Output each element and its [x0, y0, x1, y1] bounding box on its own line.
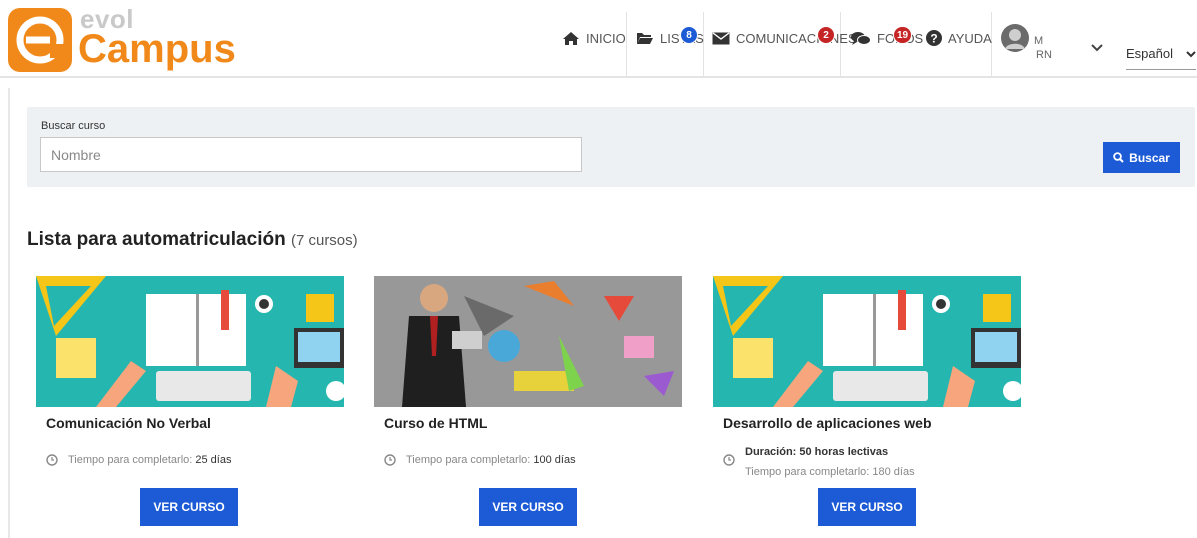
foros-count-badge: 19	[893, 26, 913, 44]
svg-text:?: ?	[930, 32, 937, 46]
left-border	[8, 88, 10, 538]
time-value: 25 días	[195, 454, 232, 466]
user-initials: M RN	[1034, 34, 1052, 62]
comments-icon	[851, 31, 871, 45]
section-title: Lista para automatriculación (7 cursos)	[27, 229, 358, 251]
search-icon	[1113, 152, 1124, 163]
evolcampus-logo[interactable]: evol Campus	[8, 4, 236, 72]
clock-icon	[384, 454, 396, 466]
nav-ayuda[interactable]: ? AYUDA	[926, 0, 992, 76]
course-meta: Duración: 50 horas lectivas Tiempo para …	[723, 446, 915, 478]
course-title[interactable]: Comunicación No Verbal	[46, 415, 344, 431]
ver-curso-button[interactable]: VER CURSO	[818, 488, 916, 526]
ver-curso-button[interactable]: VER CURSO	[479, 488, 577, 526]
chevron-down-icon	[1186, 51, 1196, 58]
course-card: Curso de HTML Tiempo para completarlo: 1…	[374, 276, 682, 526]
clock-icon	[46, 454, 58, 466]
nav-ayuda-label: AYUDA	[948, 30, 992, 46]
envelope-icon	[712, 31, 730, 44]
avatar-icon	[1001, 24, 1029, 52]
businessman-photo	[374, 276, 682, 407]
nav-foros[interactable]: FOROS	[851, 0, 923, 76]
search-label: Buscar curso	[41, 120, 106, 132]
nav-inicio-label: INICIO	[586, 30, 626, 46]
clock-icon	[723, 454, 735, 466]
listas-count-badge: 8	[680, 26, 698, 44]
ver-curso-button[interactable]: VER CURSO	[140, 488, 238, 526]
comunicaciones-count-badge: 2	[817, 26, 835, 44]
course-title[interactable]: Desarrollo de aplicaciones web	[723, 415, 1021, 431]
chevron-down-icon[interactable]	[1091, 44, 1103, 52]
time-label: Tiempo para completarlo:	[68, 454, 193, 466]
folder-open-icon	[637, 33, 653, 44]
user-menu[interactable]	[1001, 0, 1029, 76]
search-placeholder: Nombre	[51, 146, 101, 163]
user-initial-line2: RN	[1036, 49, 1052, 61]
time-value: 100 días	[533, 454, 576, 466]
course-meta: Tiempo para completarlo: 25 días	[46, 454, 231, 466]
user-initial-line1: M	[1034, 35, 1044, 47]
nav-comunicaciones[interactable]: COMUNICACIONES	[712, 0, 857, 76]
search-button[interactable]: Buscar	[1103, 142, 1180, 173]
question-circle-icon: ?	[926, 30, 942, 46]
home-icon	[563, 31, 579, 45]
course-image[interactable]	[713, 276, 1021, 407]
section-title-text: Lista para automatriculación	[27, 229, 286, 250]
time-label: Tiempo para completarlo:	[745, 466, 870, 478]
course-meta: Tiempo para completarlo: 100 días	[384, 454, 576, 466]
course-title[interactable]: Curso de HTML	[384, 415, 682, 431]
top-header: evol Campus INICIO LISTAS 8 COMUNICACION…	[0, 0, 1197, 78]
course-image[interactable]	[36, 276, 344, 407]
logo-text-campus: Campus	[78, 27, 236, 71]
course-card: Comunicación No Verbal Tiempo para compl…	[36, 276, 344, 526]
logo-mark-icon	[8, 8, 72, 72]
nav-separator	[626, 12, 627, 76]
search-input[interactable]: Nombre	[40, 137, 582, 172]
course-duration: Duración: 50 horas lectivas	[745, 446, 889, 458]
nav-inicio[interactable]: INICIO	[562, 0, 626, 76]
desk-illustration	[36, 276, 344, 407]
desk-illustration	[713, 276, 1021, 407]
course-image[interactable]	[374, 276, 682, 407]
search-button-label: Buscar	[1129, 150, 1170, 165]
section-count: (7 cursos)	[290, 232, 358, 249]
time-label: Tiempo para completarlo:	[406, 454, 531, 466]
nav-comunicaciones-label: COMUNICACIONES	[736, 30, 857, 46]
language-select[interactable]: Español	[1126, 46, 1196, 70]
language-value: Español	[1126, 46, 1173, 61]
course-card: Desarrollo de aplicaciones web Duración:…	[713, 276, 1021, 526]
time-value: 180 días	[872, 466, 915, 478]
